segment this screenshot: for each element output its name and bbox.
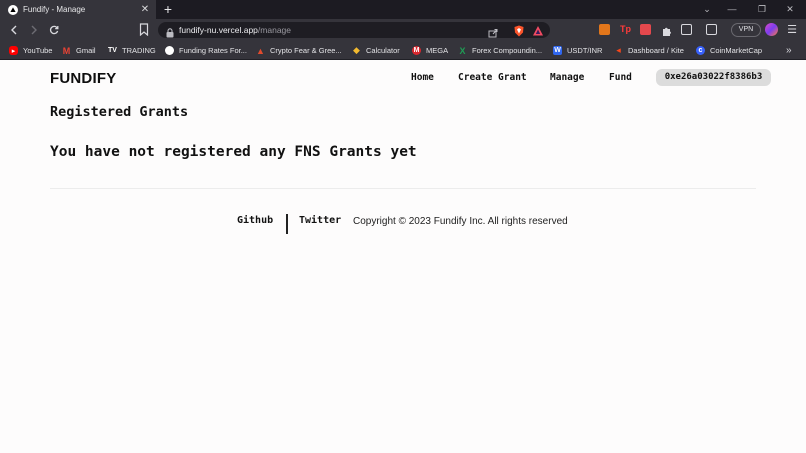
bookmark-youtube[interactable]: ▸ YouTube [9,41,52,60]
bookmark-trading[interactable]: TV TRADING [108,41,156,60]
url-path: /manage [257,25,292,35]
bookmark-label: Funding Rates For... [179,46,247,55]
mega-icon: M [412,46,421,55]
bookmarks-overflow-icon[interactable]: » [786,41,792,60]
nav-manage[interactable]: Manage [550,72,584,83]
coinmarketcap-icon: c [696,46,705,55]
brand-logo[interactable]: FUNDIFY [50,70,116,87]
bookmark-label: USDT/INR [567,46,603,55]
bookmark-kite[interactable]: ◂ Dashboard / Kite [614,41,684,60]
bookmark-calculator[interactable]: ◆ Calculator [352,41,400,60]
footer-github-link[interactable]: Github [237,215,273,226]
new-tab-button[interactable]: + [160,0,176,19]
wazirx-icon: W [553,46,562,55]
page-title: Registered Grants [50,104,189,120]
wallet-icon[interactable] [706,24,717,35]
tp-extension-icon[interactable]: Tp [620,24,631,35]
browser-tab-active[interactable]: Fundify - Manage ✕ [0,0,156,19]
page-content: FUNDIFY Home Create Grant Manage Fund 0x… [0,61,806,453]
tradingview-icon: TV [108,47,117,54]
reload-icon[interactable] [46,21,62,39]
bookmark-label: TRADING [122,46,156,55]
lock-icon[interactable] [166,25,174,38]
forward-arrow-icon[interactable] [26,21,42,39]
bookmark-gmail[interactable]: M Gmail [62,41,96,60]
bookmark-label: Calculator [366,46,400,55]
browser-toolbar: fundify-nu.vercel.app/manage Tp VPN ☰ [0,19,806,41]
bookmark-label: YouTube [23,46,53,55]
brave-shields-icon[interactable] [513,24,525,37]
todoist-extension-icon[interactable] [640,24,651,35]
vercel-favicon-icon [8,4,18,15]
extensions-puzzle-icon[interactable] [661,24,672,36]
tab-title: Fundify - Manage [23,5,86,14]
brave-rewards-icon[interactable] [532,24,544,36]
kite-icon: ◂ [616,45,621,55]
bookmark-funding-rates[interactable]: Funding Rates For... [165,41,247,60]
minimize-window-icon[interactable]: — [720,0,744,19]
bookmark-icon[interactable] [139,23,149,37]
close-window-icon[interactable]: ✕ [778,0,802,19]
gmail-icon: M [62,45,71,56]
footer-separator [286,214,288,234]
url-host: fundify-nu.vercel.app [179,25,258,35]
triangle-icon: ▲ [256,45,265,56]
bookmarks-bar: ▸ YouTube M Gmail TV TRADING Funding Rat… [0,41,806,60]
sidebar-toggle-icon[interactable] [681,24,692,35]
vpn-button[interactable]: VPN [731,23,761,37]
address-bar[interactable]: fundify-nu.vercel.app/manage [158,22,550,38]
maximize-window-icon[interactable]: ❐ [750,0,774,19]
empty-state-message: You have not registered any FNS Grants y… [50,144,417,160]
bookmark-label: Gmail [76,46,96,55]
binance-icon: ◆ [353,45,360,55]
nav-fund[interactable]: Fund [609,72,632,83]
metamask-extension-icon[interactable] [599,24,610,35]
wallet-address-button[interactable]: 0xe26a03022f8386b3 [656,69,771,86]
share-icon[interactable] [488,25,498,38]
browser-menu-icon[interactable]: ☰ [786,23,798,37]
profile-avatar[interactable] [765,23,778,36]
tab-close-icon[interactable]: ✕ [138,0,152,19]
bookmark-forex[interactable]: X Forex Compoundin... [458,41,542,60]
bookmark-label: Dashboard / Kite [628,46,684,55]
tab-search-icon[interactable]: ⌄ [695,0,719,19]
footer-divider [50,188,756,189]
bookmark-coinmarketcap[interactable]: c CoinMarketCap [696,41,762,60]
bookmark-fear-greed[interactable]: ▲ Crypto Fear & Gree... [256,41,342,60]
bookmark-usdt-inr[interactable]: W USDT/INR [553,41,602,60]
footer-copyright: Copyright © 2023 Fundify Inc. All rights… [353,216,568,227]
bookmark-label: Crypto Fear & Gree... [270,46,342,55]
nav-create-grant[interactable]: Create Grant [458,72,527,83]
youtube-icon: ▸ [9,46,18,55]
nav-home[interactable]: Home [411,72,434,83]
bookmark-label: CoinMarketCap [710,46,763,55]
footer-twitter-link[interactable]: Twitter [299,215,341,226]
shield-icon [165,46,174,55]
browser-tab-bar: Fundify - Manage ✕ + ⌄ — ❐ ✕ [0,0,806,19]
bookmark-label: Forex Compoundin... [472,46,543,55]
x-icon: X [459,45,466,56]
bookmark-mega[interactable]: M MEGA [412,41,448,60]
back-arrow-icon[interactable] [6,21,22,39]
bookmark-label: MEGA [426,46,449,55]
